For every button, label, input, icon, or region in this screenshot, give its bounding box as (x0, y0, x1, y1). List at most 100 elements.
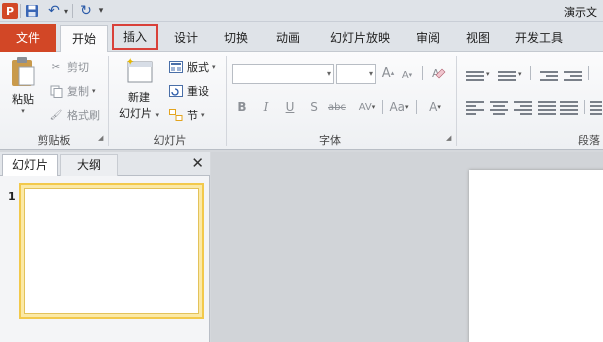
copy-button[interactable]: 复制 ▾ (48, 82, 96, 100)
tab-design[interactable]: 设计 (164, 25, 208, 52)
align-center-icon[interactable] (490, 100, 508, 116)
section-dropdown-icon: ▾ (201, 111, 205, 119)
grow-font-button[interactable]: A ▴ (380, 64, 396, 82)
numbering-dropdown-icon[interactable]: ▾ (518, 70, 522, 78)
new-slide-label-2: 幻灯片 ▾ (118, 107, 159, 120)
copy-icon (48, 84, 64, 98)
tab-slideshow[interactable]: 幻灯片放映 (318, 25, 402, 52)
font-launcher-icon[interactable]: ◢ (446, 134, 451, 142)
italic-button[interactable]: I (258, 98, 274, 116)
pane-tabs: 幻灯片 大纲 ✕ (0, 152, 210, 176)
chevron-down-icon: ▾ (368, 69, 373, 78)
format-painter-button[interactable]: 🖌 格式刷 (48, 106, 100, 124)
paragraph-group-label: 段落 (578, 134, 600, 147)
scissors-icon: ✂ (51, 61, 61, 73)
new-slide-icon: ✦ (114, 56, 164, 89)
editing-area (211, 152, 603, 342)
bold-button[interactable]: B (234, 98, 250, 116)
tab-view[interactable]: 视图 (456, 25, 500, 52)
reset-icon (168, 84, 184, 98)
clipboard-launcher-icon[interactable]: ◢ (98, 134, 103, 142)
tab-home[interactable]: 开始 (60, 25, 108, 53)
align-right-icon[interactable] (514, 100, 532, 116)
font-group-label: 字体 (319, 134, 341, 147)
character-spacing-button[interactable]: AV ▾ (354, 98, 380, 116)
svg-text:✦: ✦ (126, 57, 134, 68)
font-color-button[interactable]: A ▾ (422, 98, 448, 116)
reset-label: 重设 (187, 85, 209, 98)
separator (422, 66, 423, 80)
tab-review[interactable]: 审阅 (406, 25, 450, 52)
customize-qat-icon[interactable]: ▾ (96, 3, 106, 19)
slides-group-label: 幻灯片 (153, 134, 187, 147)
slide-thumbnail[interactable] (19, 183, 204, 319)
slide-thumbnail-canvas (24, 188, 199, 314)
cut-button[interactable]: ✂ 剪切 (48, 58, 89, 76)
separator (382, 100, 383, 114)
redo-icon[interactable]: ↻ (78, 3, 94, 19)
font-name-combo[interactable]: ▾ (232, 64, 334, 84)
tab-insert[interactable]: 插入 (112, 24, 158, 50)
paste-icon (6, 56, 40, 91)
slide-canvas[interactable] (469, 170, 603, 342)
chevron-down-icon: ▾ (326, 69, 331, 78)
paste-button[interactable]: 粘贴 ▾ (6, 56, 40, 115)
undo-icon[interactable]: ↶ (46, 3, 62, 19)
shrink-font-button[interactable]: A ▾ (400, 66, 414, 84)
section-icon (168, 108, 184, 122)
tab-developer[interactable]: 开发工具 (506, 25, 572, 52)
slide-number: 1 (8, 190, 16, 203)
reset-button[interactable]: 重设 (168, 82, 209, 100)
ribbon-tabs: 文件 开始 插入 设计 切换 动画 幻灯片放映 审阅 视图 开发工具 (0, 22, 603, 53)
group-separator (456, 56, 457, 146)
close-icon[interactable]: ✕ (191, 154, 204, 172)
slides-pane: 幻灯片 大纲 ✕ 1 (0, 152, 210, 342)
separator (530, 66, 531, 80)
layout-icon (168, 60, 184, 74)
group-separator (226, 56, 227, 146)
justify-icon[interactable] (538, 100, 556, 116)
tab-file[interactable]: 文件 (0, 24, 56, 52)
clear-formatting-icon[interactable]: A (430, 64, 448, 82)
paste-label: 粘贴 (12, 93, 34, 106)
group-separator (108, 56, 109, 146)
bullets-icon[interactable] (466, 68, 484, 84)
numbering-icon[interactable] (498, 68, 516, 84)
distributed-icon[interactable] (560, 100, 578, 116)
shadow-button[interactable]: S (306, 98, 322, 116)
font-size-combo[interactable]: ▾ (336, 64, 376, 84)
separator (588, 66, 589, 80)
bullets-dropdown-icon[interactable]: ▾ (486, 70, 490, 78)
layout-label: 版式 (187, 61, 209, 74)
copy-dropdown-icon: ▾ (92, 87, 96, 95)
separator (20, 4, 21, 18)
powerpoint-app-icon[interactable]: P (2, 3, 18, 19)
paste-dropdown-icon: ▾ (21, 107, 25, 115)
align-left-icon[interactable] (466, 100, 484, 116)
undo-dropdown-icon[interactable]: ▾ (62, 3, 70, 19)
new-slide-label-1: 新建 (128, 91, 150, 104)
separator (584, 100, 585, 114)
save-icon[interactable] (24, 3, 40, 19)
cut-label: 剪切 (67, 61, 89, 74)
tab-slides[interactable]: 幻灯片 (2, 154, 58, 176)
separator (72, 4, 73, 18)
decrease-indent-icon[interactable] (540, 68, 558, 84)
layout-button[interactable]: 版式 ▾ (168, 58, 216, 76)
change-case-button[interactable]: Aa ▾ (386, 98, 412, 116)
ribbon: 粘贴 ▾ ✂ 剪切 复制 ▾ 🖌 格式刷 剪贴板 ◢ ✦ 新建 幻灯片 ▾ 版式… (0, 52, 603, 150)
window-title: 演示文 (564, 6, 597, 19)
increase-indent-icon[interactable] (564, 68, 582, 84)
clipboard-group-label: 剪贴板 (37, 134, 71, 147)
new-slide-button[interactable]: ✦ 新建 幻灯片 ▾ (114, 56, 164, 121)
columns-icon[interactable] (590, 100, 602, 116)
format-painter-label: 格式刷 (67, 109, 100, 122)
section-label: 节 (187, 109, 198, 122)
tab-animations[interactable]: 动画 (266, 25, 310, 52)
strikethrough-button[interactable]: abc (326, 98, 348, 116)
tab-outline[interactable]: 大纲 (60, 154, 118, 176)
copy-label: 复制 (67, 85, 89, 98)
underline-button[interactable]: U (282, 98, 298, 116)
tab-transitions[interactable]: 切换 (212, 25, 260, 52)
section-button[interactable]: 节 ▾ (168, 106, 205, 124)
